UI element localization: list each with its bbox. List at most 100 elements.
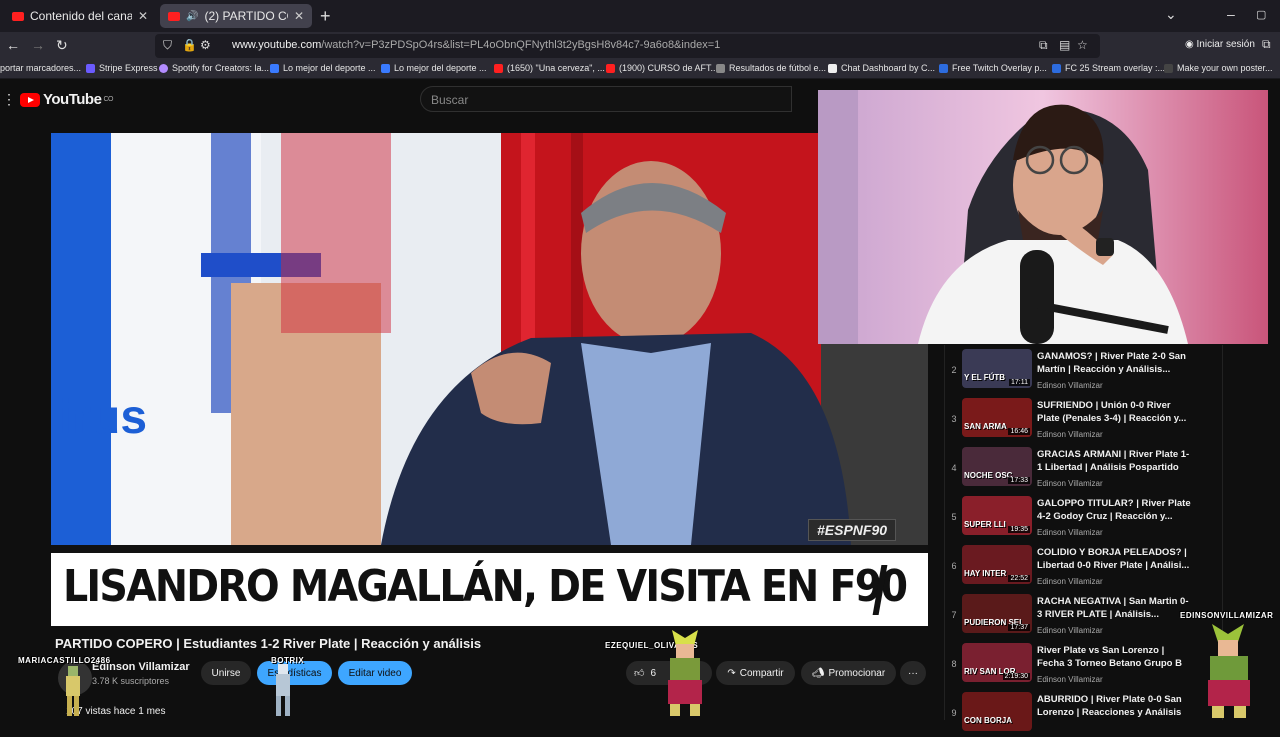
playlist-thumbnail[interactable]: Y EL FÚTB 17:11	[962, 349, 1032, 388]
forward-icon[interactable]: →	[31, 37, 45, 53]
playlist-item-title[interactable]: COLIDIO Y BORJA PELEADOS? | Libertad 0-0…	[1037, 546, 1192, 572]
url-path: /watch?v=P3zPDSpO4rs&list=PL4oObnQFNythl…	[321, 39, 721, 51]
character-sprite-icon	[668, 630, 702, 716]
site-icon	[270, 63, 279, 73]
lock-icon[interactable]: 🔒	[182, 38, 197, 52]
playlist-item[interactable]: 9 CON BORJA ABURRIDO | River Plate 0-0 S…	[945, 688, 1224, 737]
playlist-item[interactable]: 4 NOCHE OSC 17:33 GRACIAS ARMANI | River …	[945, 443, 1224, 492]
playlist-thumbnail[interactable]: NOCHE OSC 17:33	[962, 447, 1032, 486]
playlist-item-title[interactable]: RACHA NEGATIVA | San Martin 0-3 RIVER PL…	[1037, 595, 1192, 621]
logo-country: CO	[103, 96, 113, 103]
back-icon[interactable]: ←	[6, 37, 20, 53]
site-icon	[1164, 63, 1173, 73]
bookmark-label: Free Twitch Overlay p...	[952, 63, 1047, 73]
spotify-icon	[159, 63, 168, 73]
tab-channel-content[interactable]: Contenido del canal - YouTube ✕	[4, 4, 156, 28]
share-button[interactable]: ↷ Compartir	[716, 661, 795, 685]
bookmark-label: Stripe Express	[99, 63, 158, 73]
playlist-item-title[interactable]: GANAMOS? | River Plate 2-0 San Martín | …	[1037, 350, 1192, 376]
url-host: www.youtube.com	[232, 39, 322, 51]
bookmark-item[interactable]: Lo mejor del deporte ...	[270, 63, 376, 73]
youtube-play-icon	[20, 92, 40, 107]
playlist-thumbnail[interactable]: CON BORJA	[962, 692, 1032, 731]
speaker-icon[interactable]: 🔊	[186, 11, 198, 22]
join-button[interactable]: Unirse	[201, 661, 251, 685]
bookmark-label: portar marcadores...	[0, 63, 82, 73]
promote-label: Promocionar	[828, 667, 886, 679]
playlist-item[interactable]: 2 Y EL FÚTB 17:11 GANAMOS? | River Plate …	[945, 345, 1224, 394]
stripe-icon	[86, 63, 95, 73]
viewer-name-overlay: EDINSONVILLAMIZAR	[1180, 611, 1274, 620]
maximize-button[interactable]: ▢	[1256, 8, 1266, 21]
bookmarks-bar: portar marcadores... Stripe Express Spot…	[0, 60, 1280, 79]
minimize-button[interactable]: –	[1227, 6, 1235, 22]
reload-icon[interactable]: ↻	[56, 37, 68, 54]
playlist-thumbnail[interactable]: SAN ARMA 16:46	[962, 398, 1032, 437]
playlist-thumbnail[interactable]: RIV SAN LOR 2:19:30	[962, 643, 1032, 682]
site-icon	[828, 63, 837, 73]
bookmark-item[interactable]: (1900) CURSO de AFT...	[606, 63, 718, 73]
signin-button[interactable]: ◉ Iniciar sesión	[1185, 39, 1255, 50]
youtube-favicon-icon	[168, 11, 180, 21]
playlist-item[interactable]: 8 RIV SAN LOR 2:19:30 River Plate vs San …	[945, 639, 1224, 688]
playlist-item[interactable]: 5 SUPER LLI 19:35 GALOPPO TITULAR? | Rive…	[945, 492, 1224, 541]
playlist-item-title[interactable]: ABURRIDO | River Plate 0-0 San Lorenzo |…	[1037, 693, 1192, 719]
playlist-index: 7	[951, 610, 957, 620]
bookmark-item[interactable]: (1650) "Una cerveza", ...	[494, 63, 605, 73]
thumbnail-caption: SAN ARMA	[964, 422, 1007, 431]
like-icon: 👍︎	[634, 668, 645, 679]
duration-badge: 17:11	[1009, 379, 1030, 386]
search-input[interactable]: Buscar	[420, 86, 792, 112]
shield-icon[interactable]: ⛉	[163, 38, 172, 53]
playlist-index: 8	[951, 659, 957, 669]
playlist-item-title[interactable]: GRACIAS ARMANI | River Plate 1-1 Liberta…	[1037, 448, 1192, 474]
tab-current-video[interactable]: 🔊 (2) PARTIDO COPERO | Estud ✕	[160, 4, 312, 28]
bookmark-label: Lo mejor del deporte ...	[394, 63, 487, 73]
youtube-logo[interactable]: YouTube CO	[20, 91, 113, 108]
menu-icon[interactable]: ⋮	[2, 91, 16, 108]
playlist-thumbnail[interactable]: SUPER LLI 19:35	[962, 496, 1032, 535]
thumbnail-caption: SUPER LLI	[964, 520, 1006, 529]
bookmark-item[interactable]: Chat Dashboard by C...	[828, 63, 935, 73]
playlist-item[interactable]: 3 SAN ARMA 16:46 SUFRIENDO | Unión 0-0 Ri…	[945, 394, 1224, 443]
playlist-item-title[interactable]: GALOPPO TITULAR? | River Plate 4-2 Godoy…	[1037, 497, 1192, 523]
promote-button[interactable]: 📣︎ Promocionar	[801, 661, 896, 685]
playlist-item-channel: Edinson Villamizar	[1037, 626, 1103, 635]
permissions-icon[interactable]: ⚙	[200, 38, 211, 52]
screenshot-icon[interactable]: ⧉	[1039, 38, 1048, 53]
playlist-item-title[interactable]: River Plate vs San Lorenzo | Fecha 3 Tor…	[1037, 644, 1192, 670]
address-bar[interactable]: ⛉ 🔒 ⚙ www.youtube.com/watch?v=P3zPDSpO4r…	[155, 34, 1100, 58]
playlist-thumbnail[interactable]: HAY INTER 22:52	[962, 545, 1032, 584]
bookmark-star-icon[interactable]: ☆	[1077, 38, 1088, 52]
bookmark-label: Make your own poster...	[1177, 63, 1273, 73]
edit-video-button[interactable]: Editar video	[338, 661, 412, 685]
video-frame: irus	[51, 133, 928, 545]
bookmark-item[interactable]: Make your own poster...	[1164, 63, 1273, 73]
reader-view-icon[interactable]: ▤	[1059, 38, 1070, 52]
playlist-item[interactable]: 6 HAY INTER 22:52 COLIDIO Y BORJA PELEADO…	[945, 541, 1224, 590]
duration-badge: 16:46	[1008, 428, 1030, 435]
tab-list-chevron-icon[interactable]: ⌄	[1165, 6, 1177, 23]
duration-badge: 22:52	[1008, 575, 1030, 582]
close-tab-icon[interactable]: ✕	[288, 9, 304, 23]
playlist-item-channel: Edinson Villamizar	[1037, 430, 1103, 439]
url-text[interactable]: www.youtube.com/watch?v=P3zPDSpO4rs&list…	[232, 39, 720, 51]
more-actions-button[interactable]: ···	[900, 661, 926, 685]
thumbnail-caption: HAY INTER	[964, 569, 1007, 578]
new-tab-button[interactable]: +	[320, 6, 331, 27]
share-icon: ↷	[727, 667, 736, 679]
bookmark-item[interactable]: Lo mejor del deporte ...	[381, 63, 487, 73]
close-tab-icon[interactable]: ✕	[132, 9, 148, 23]
extensions-icon[interactable]: ⧉	[1262, 37, 1271, 52]
bookmark-item[interactable]: portar marcadores...	[0, 63, 81, 73]
tab-label: (2) PARTIDO COPERO | Estud	[204, 9, 287, 23]
bookmark-item[interactable]: Free Twitch Overlay p...	[939, 63, 1047, 73]
bookmark-item[interactable]: FC 25 Stream overlay :...	[1052, 63, 1165, 73]
bookmark-item[interactable]: Resultados de fútbol e...	[716, 63, 826, 73]
playlist-thumbnail[interactable]: PUDIERON SEI 17:37	[962, 594, 1032, 633]
bookmark-item[interactable]: Spotify for Creators: la...	[159, 63, 269, 73]
bookmark-label: (1650) "Una cerveza", ...	[507, 63, 605, 73]
bookmark-item[interactable]: Stripe Express	[86, 63, 158, 73]
video-player[interactable]: irus #ESPNF90 LISANDRO MAGALLÁN, DE VISI…	[51, 133, 928, 627]
playlist-item-title[interactable]: SUFRIENDO | Unión 0-0 River Plate (Penal…	[1037, 399, 1192, 425]
